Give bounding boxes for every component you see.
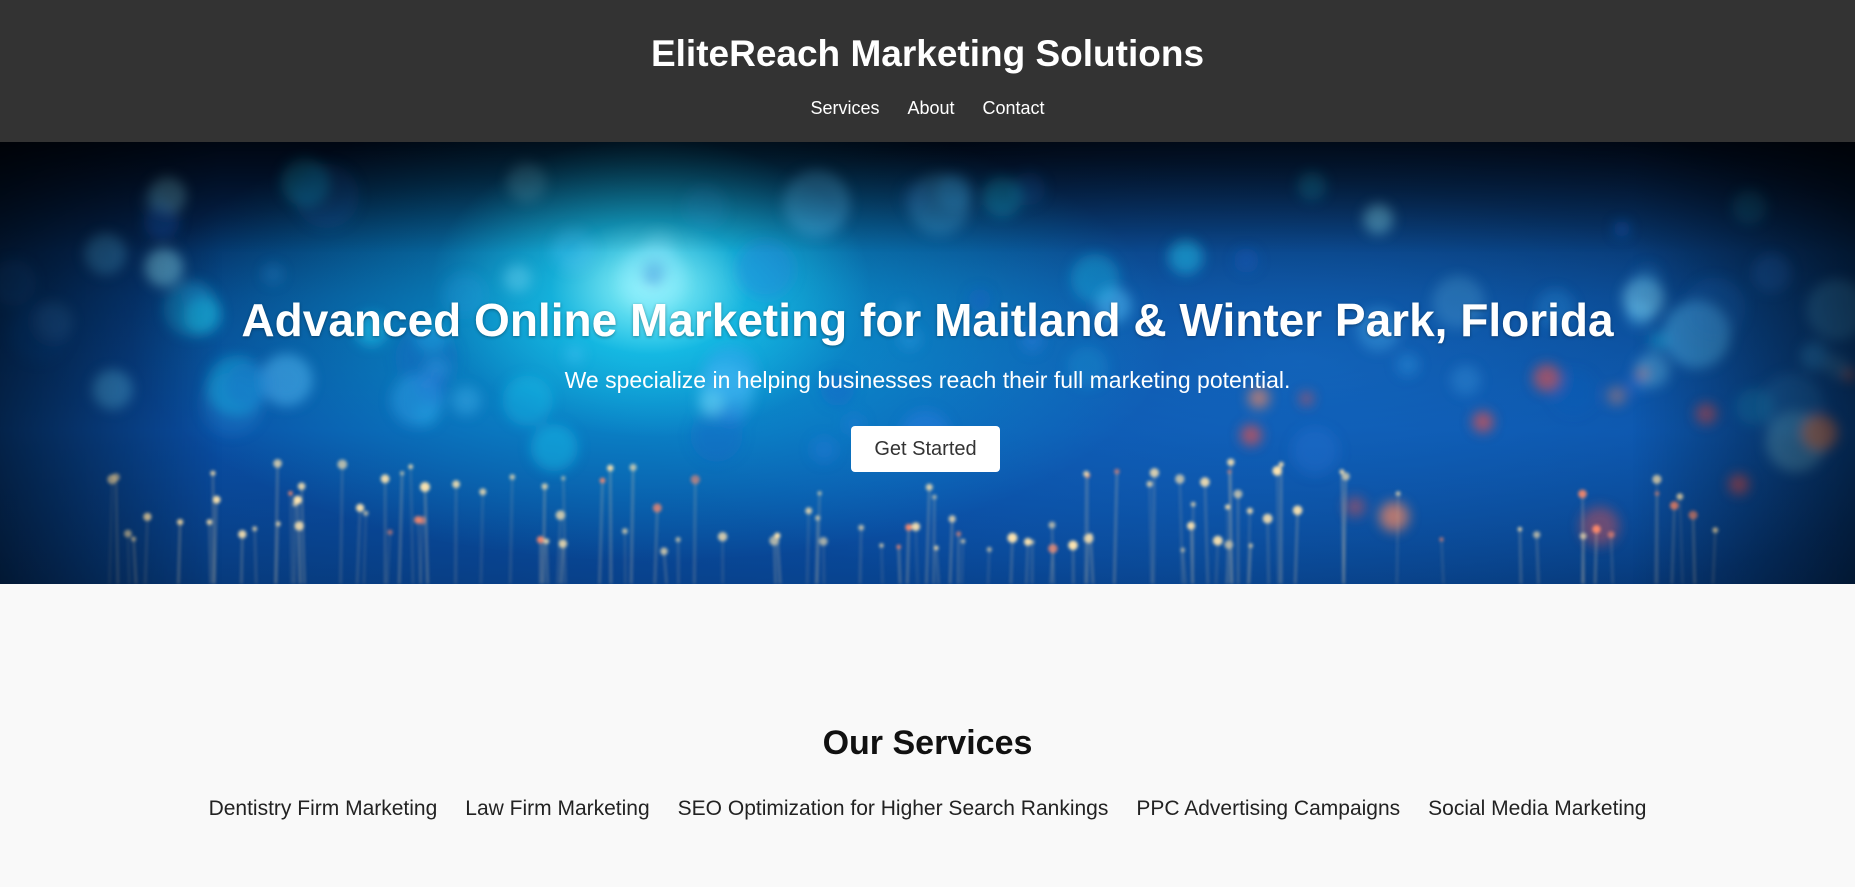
get-started-button[interactable]: Get Started <box>851 426 1000 472</box>
hero-vignette <box>0 142 1855 584</box>
nav-link-about[interactable]: About <box>907 96 954 120</box>
services-section: Our Services Dentistry Firm Marketing La… <box>0 584 1855 887</box>
site-header: EliteReach Marketing Solutions Services … <box>0 0 1855 142</box>
nav-link-services[interactable]: Services <box>810 96 879 120</box>
services-title: Our Services <box>822 724 1033 762</box>
nav-link-contact[interactable]: Contact <box>983 96 1045 120</box>
service-item-ppc: PPC Advertising Campaigns <box>1136 797 1401 820</box>
service-item-dentistry: Dentistry Firm Marketing <box>208 797 438 820</box>
hero-subtitle: We specialize in helping businesses reac… <box>564 367 1291 393</box>
services-list: Dentistry Firm Marketing Law Firm Market… <box>0 795 1855 823</box>
main-nav: Services About Contact <box>0 96 1855 120</box>
service-item-law-firm: Law Firm Marketing <box>465 797 650 820</box>
hero-title: Advanced Online Marketing for Maitland &… <box>241 294 1614 346</box>
site-brand-title: EliteReach Marketing Solutions <box>650 33 1205 74</box>
hero-section: Advanced Online Marketing for Maitland &… <box>0 142 1855 584</box>
service-item-seo: SEO Optimization for Higher Search Ranki… <box>677 797 1109 820</box>
service-item-social-media: Social Media Marketing <box>1428 797 1647 820</box>
